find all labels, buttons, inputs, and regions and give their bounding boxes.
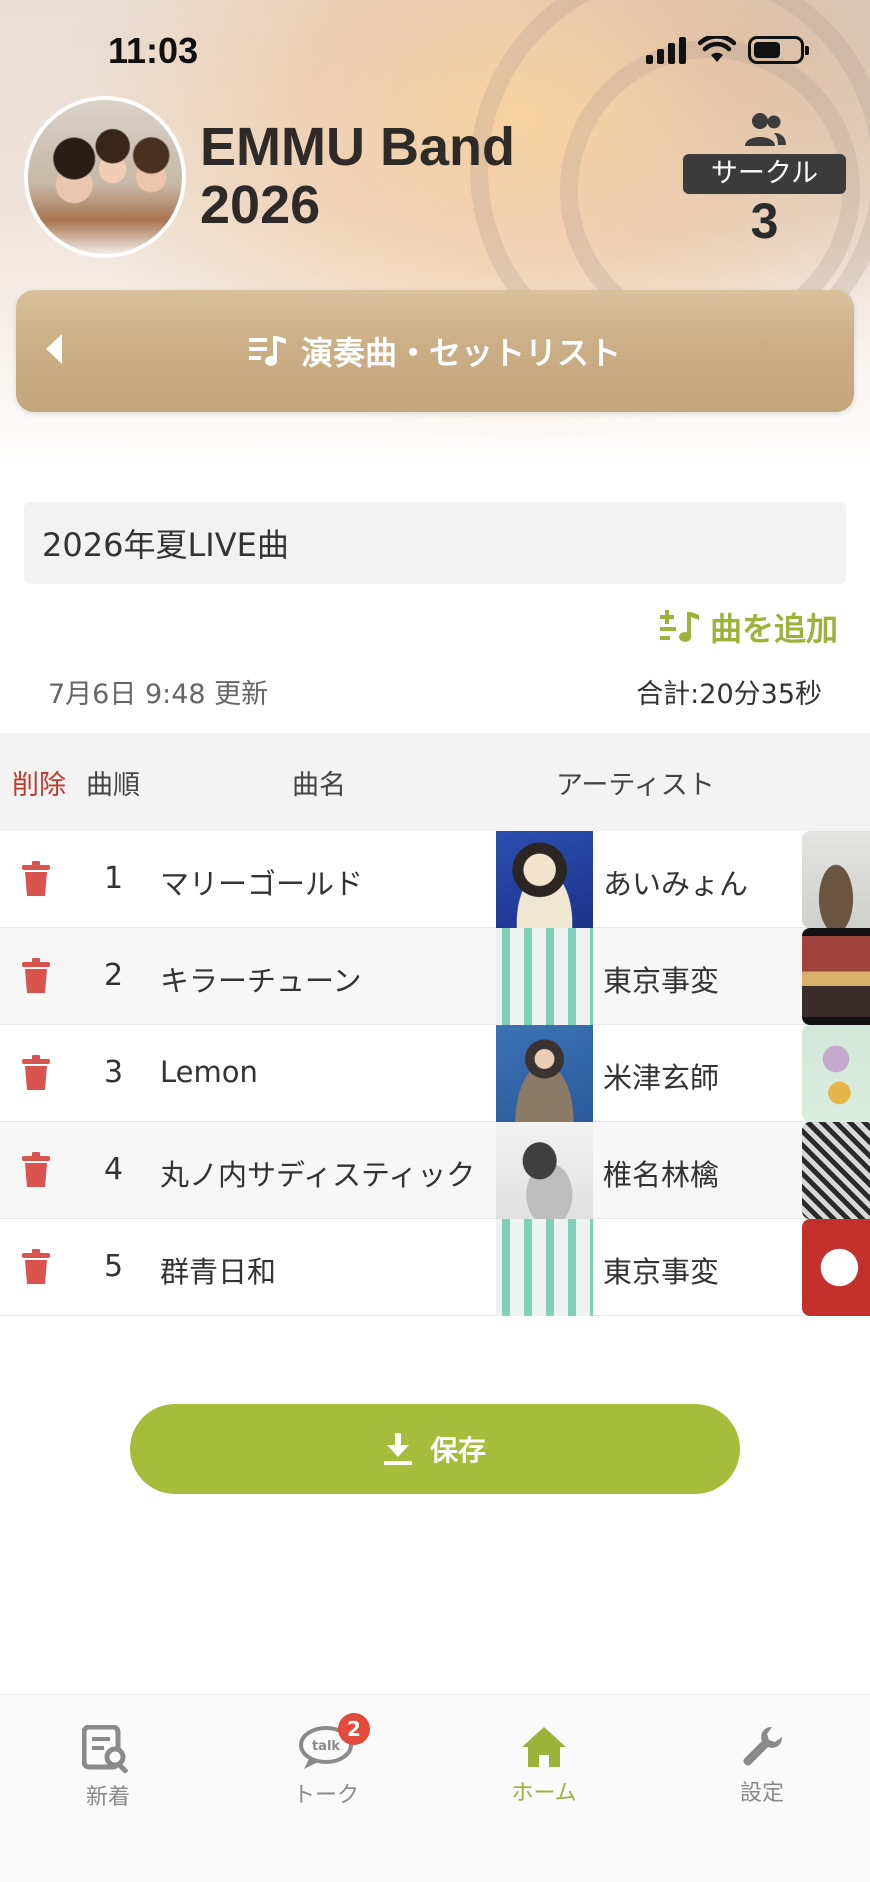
tab-settings-label: 設定	[739, 1781, 784, 1806]
row-order: 2	[104, 958, 124, 993]
tab-home[interactable]: ホーム	[464, 1725, 624, 1807]
row-song: Lemon	[160, 1055, 258, 1089]
row-artist: 米津玄師	[603, 1061, 720, 1095]
artist-photo	[496, 1122, 593, 1219]
total-duration: 合計:20分35秒	[636, 679, 822, 710]
row-order: 4	[104, 1152, 124, 1187]
table-row[interactable]: 1 マリーゴールド あいみょん	[0, 831, 870, 928]
tab-home-label: ホーム	[511, 1781, 577, 1806]
table-header: 削除 曲順 曲名 アーティスト	[0, 733, 870, 831]
circle-count: 3	[750, 193, 779, 249]
setlist-name-input[interactable]: 2026年夏LIVE曲	[24, 502, 846, 584]
tab-news[interactable]: 新着	[28, 1725, 188, 1811]
battery-icon	[748, 36, 809, 64]
home-icon	[522, 1727, 566, 1767]
artist-photo	[496, 1219, 593, 1316]
setlist-banner: 演奏曲・セットリスト	[16, 290, 854, 412]
talk-badge: 2	[338, 1713, 370, 1745]
header-song: 曲名	[292, 769, 346, 801]
table-row[interactable]: 2 キラーチューン 東京事変	[0, 928, 870, 1025]
row-order: 1	[104, 861, 124, 896]
tab-talk-label: トーク	[292, 1783, 359, 1808]
add-music-icon	[659, 610, 699, 642]
save-button[interactable]: 保存	[130, 1404, 740, 1494]
album-art	[802, 1219, 870, 1316]
album-art	[802, 1025, 870, 1122]
row-artist: 椎名林檎	[603, 1158, 720, 1192]
circle-members-button[interactable]: サークル 3	[683, 112, 846, 246]
row-song: 群青日和	[160, 1255, 277, 1289]
status-time: 11:03	[108, 30, 199, 71]
trash-icon[interactable]	[22, 1152, 50, 1188]
artist-photo	[496, 831, 593, 928]
row-order: 3	[104, 1055, 124, 1090]
header-order: 曲順	[86, 769, 140, 801]
tab-bar: 新着 talk 2 トーク ホーム 設定	[0, 1694, 870, 1882]
updated-timestamp: 7月6日 9:48 更新	[48, 679, 269, 710]
setlist-table: 1 マリーゴールド あいみょん 2 キラーチューン 東京事変 3 Lemon 米…	[0, 831, 870, 1316]
trash-icon[interactable]	[22, 1249, 50, 1285]
row-artist: 東京事変	[603, 964, 720, 998]
album-art	[802, 831, 870, 928]
banner-title: 演奏曲・セットリスト	[248, 328, 621, 374]
download-icon	[383, 1433, 412, 1465]
trash-icon[interactable]	[22, 958, 50, 994]
artist-photo	[496, 928, 593, 1025]
status-icons	[646, 36, 809, 64]
artist-photo	[496, 1025, 593, 1122]
row-artist: あいみょん	[603, 867, 749, 901]
wifi-icon	[698, 36, 736, 62]
band-name: EMMU Band 2026	[200, 118, 515, 234]
add-song-button[interactable]: 曲を追加	[659, 604, 838, 650]
music-list-icon	[248, 336, 286, 366]
album-art	[802, 1122, 870, 1219]
tab-settings[interactable]: 設定	[682, 1725, 842, 1807]
save-label: 保存	[429, 1435, 486, 1466]
album-art	[802, 928, 870, 1025]
news-search-icon	[82, 1725, 129, 1773]
add-song-label: 曲を追加	[709, 610, 838, 648]
band-avatar[interactable]	[24, 96, 186, 258]
signal-icon	[646, 36, 686, 64]
trash-icon[interactable]	[22, 861, 50, 897]
trash-icon[interactable]	[22, 1055, 50, 1091]
back-arrow-icon[interactable]	[46, 334, 62, 364]
row-artist: 東京事変	[603, 1255, 720, 1289]
table-row[interactable]: 5 群青日和 東京事変	[0, 1219, 870, 1316]
header-artist: アーティスト	[556, 769, 715, 801]
people-icon	[744, 113, 786, 146]
header-delete: 削除	[12, 769, 66, 801]
row-song: マリーゴールド	[160, 867, 364, 901]
table-row[interactable]: 3 Lemon 米津玄師	[0, 1025, 870, 1122]
tab-talk[interactable]: talk 2 トーク	[246, 1713, 406, 1809]
row-song: キラーチューン	[160, 964, 362, 998]
banner-title-text: 演奏曲・セットリスト	[300, 334, 621, 372]
band-name-line2: 2026	[200, 175, 321, 235]
circle-label: サークル	[683, 154, 846, 194]
svg-text:talk: talk	[312, 1739, 340, 1754]
band-name-line1: EMMU Band	[200, 117, 515, 177]
tab-news-label: 新着	[85, 1785, 130, 1810]
wrench-icon	[743, 1726, 783, 1766]
row-song: 丸ノ内サディスティック	[160, 1158, 476, 1192]
row-order: 5	[104, 1249, 124, 1284]
table-row[interactable]: 4 丸ノ内サディスティック 椎名林檎	[0, 1122, 870, 1219]
